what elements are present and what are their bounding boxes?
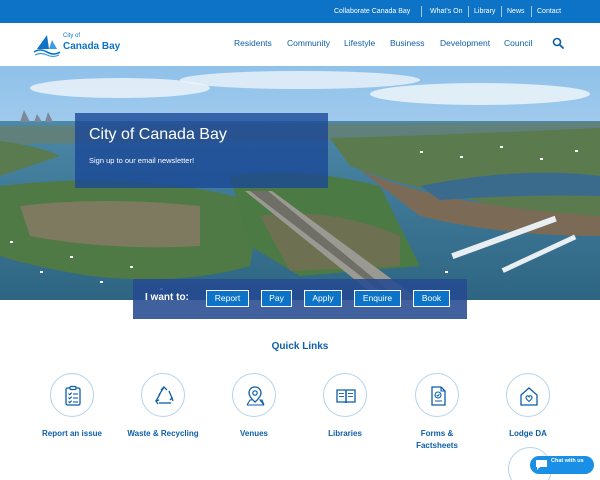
main-header: City of Canada Bay Residents Community L… xyxy=(0,23,600,66)
nav-development[interactable]: Development xyxy=(440,38,490,48)
recycle-icon xyxy=(154,386,174,405)
apply-button[interactable]: Apply xyxy=(304,290,342,307)
nav-business[interactable]: Business xyxy=(390,38,425,48)
quick-links-heading: Quick Links xyxy=(271,341,329,352)
chat-bubble-icon xyxy=(536,460,547,470)
i-want-to-label: I want to: xyxy=(145,292,189,303)
open-book-icon xyxy=(336,389,356,404)
utility-link-whats-on[interactable]: What's On xyxy=(430,0,462,23)
quick-link-label: Venues xyxy=(239,429,268,438)
quick-link-label: Libraries xyxy=(328,429,362,438)
nav-lifestyle[interactable]: Lifestyle xyxy=(344,38,375,48)
quick-link-circle xyxy=(415,373,459,417)
utility-link-collaborate[interactable]: Collaborate Canada Bay xyxy=(334,0,410,23)
house-heart-icon xyxy=(520,387,538,406)
utility-separator xyxy=(531,6,532,17)
enquire-button[interactable]: Enquire xyxy=(354,290,401,307)
utility-link-library[interactable]: Library xyxy=(474,0,495,23)
utility-separator xyxy=(501,6,502,17)
utility-link-contact[interactable]: Contact xyxy=(537,0,561,23)
utility-separator xyxy=(421,6,422,17)
quick-link-circle xyxy=(323,373,367,417)
hero-title: City of Canada Bay xyxy=(89,126,227,143)
hero-banner: City of Canada Bay Sign up to our email … xyxy=(0,66,600,300)
quick-link-circle xyxy=(50,373,94,417)
utility-bar: Collaborate Canada Bay What's On Library… xyxy=(0,0,600,23)
report-button[interactable]: Report xyxy=(206,290,249,307)
hero-panel: City of Canada Bay Sign up to our email … xyxy=(75,113,328,188)
nav-community[interactable]: Community xyxy=(287,38,330,48)
map-pin-icon xyxy=(246,386,265,406)
i-want-to-bar: I want to: Report Pay Apply Enquire Book xyxy=(133,279,467,319)
site-logo[interactable]: City of Canada Bay xyxy=(33,32,133,58)
book-button[interactable]: Book xyxy=(413,290,450,307)
boat-wave-logo-icon xyxy=(33,35,61,58)
quick-link-circle xyxy=(141,373,185,417)
utility-separator xyxy=(468,6,469,17)
utility-link-news[interactable]: News xyxy=(507,0,525,23)
quick-link-circle xyxy=(232,373,276,417)
pay-button[interactable]: Pay xyxy=(261,290,292,307)
quick-link-label: Report an issue xyxy=(41,429,102,438)
chat-widget[interactable]: Chat with us xyxy=(530,456,594,474)
quick-link-label: Forms & Factsheets xyxy=(416,429,458,450)
quick-link-label: Lodge DA xyxy=(509,429,547,438)
logo-text-line2: Canada Bay xyxy=(63,41,121,52)
quick-link-circle xyxy=(506,373,550,417)
quick-link-label: Waste & Recycling xyxy=(127,429,199,438)
newsletter-link[interactable]: Sign up to our email newsletter! xyxy=(89,156,194,165)
clipboard-checklist-icon xyxy=(65,385,81,406)
nav-residents[interactable]: Residents xyxy=(234,38,272,48)
search-icon[interactable] xyxy=(552,37,564,49)
logo-text-line1: City of xyxy=(63,33,81,39)
form-document-icon xyxy=(431,386,446,406)
nav-council[interactable]: Council xyxy=(504,38,532,48)
chat-label: Chat with us xyxy=(551,458,584,464)
